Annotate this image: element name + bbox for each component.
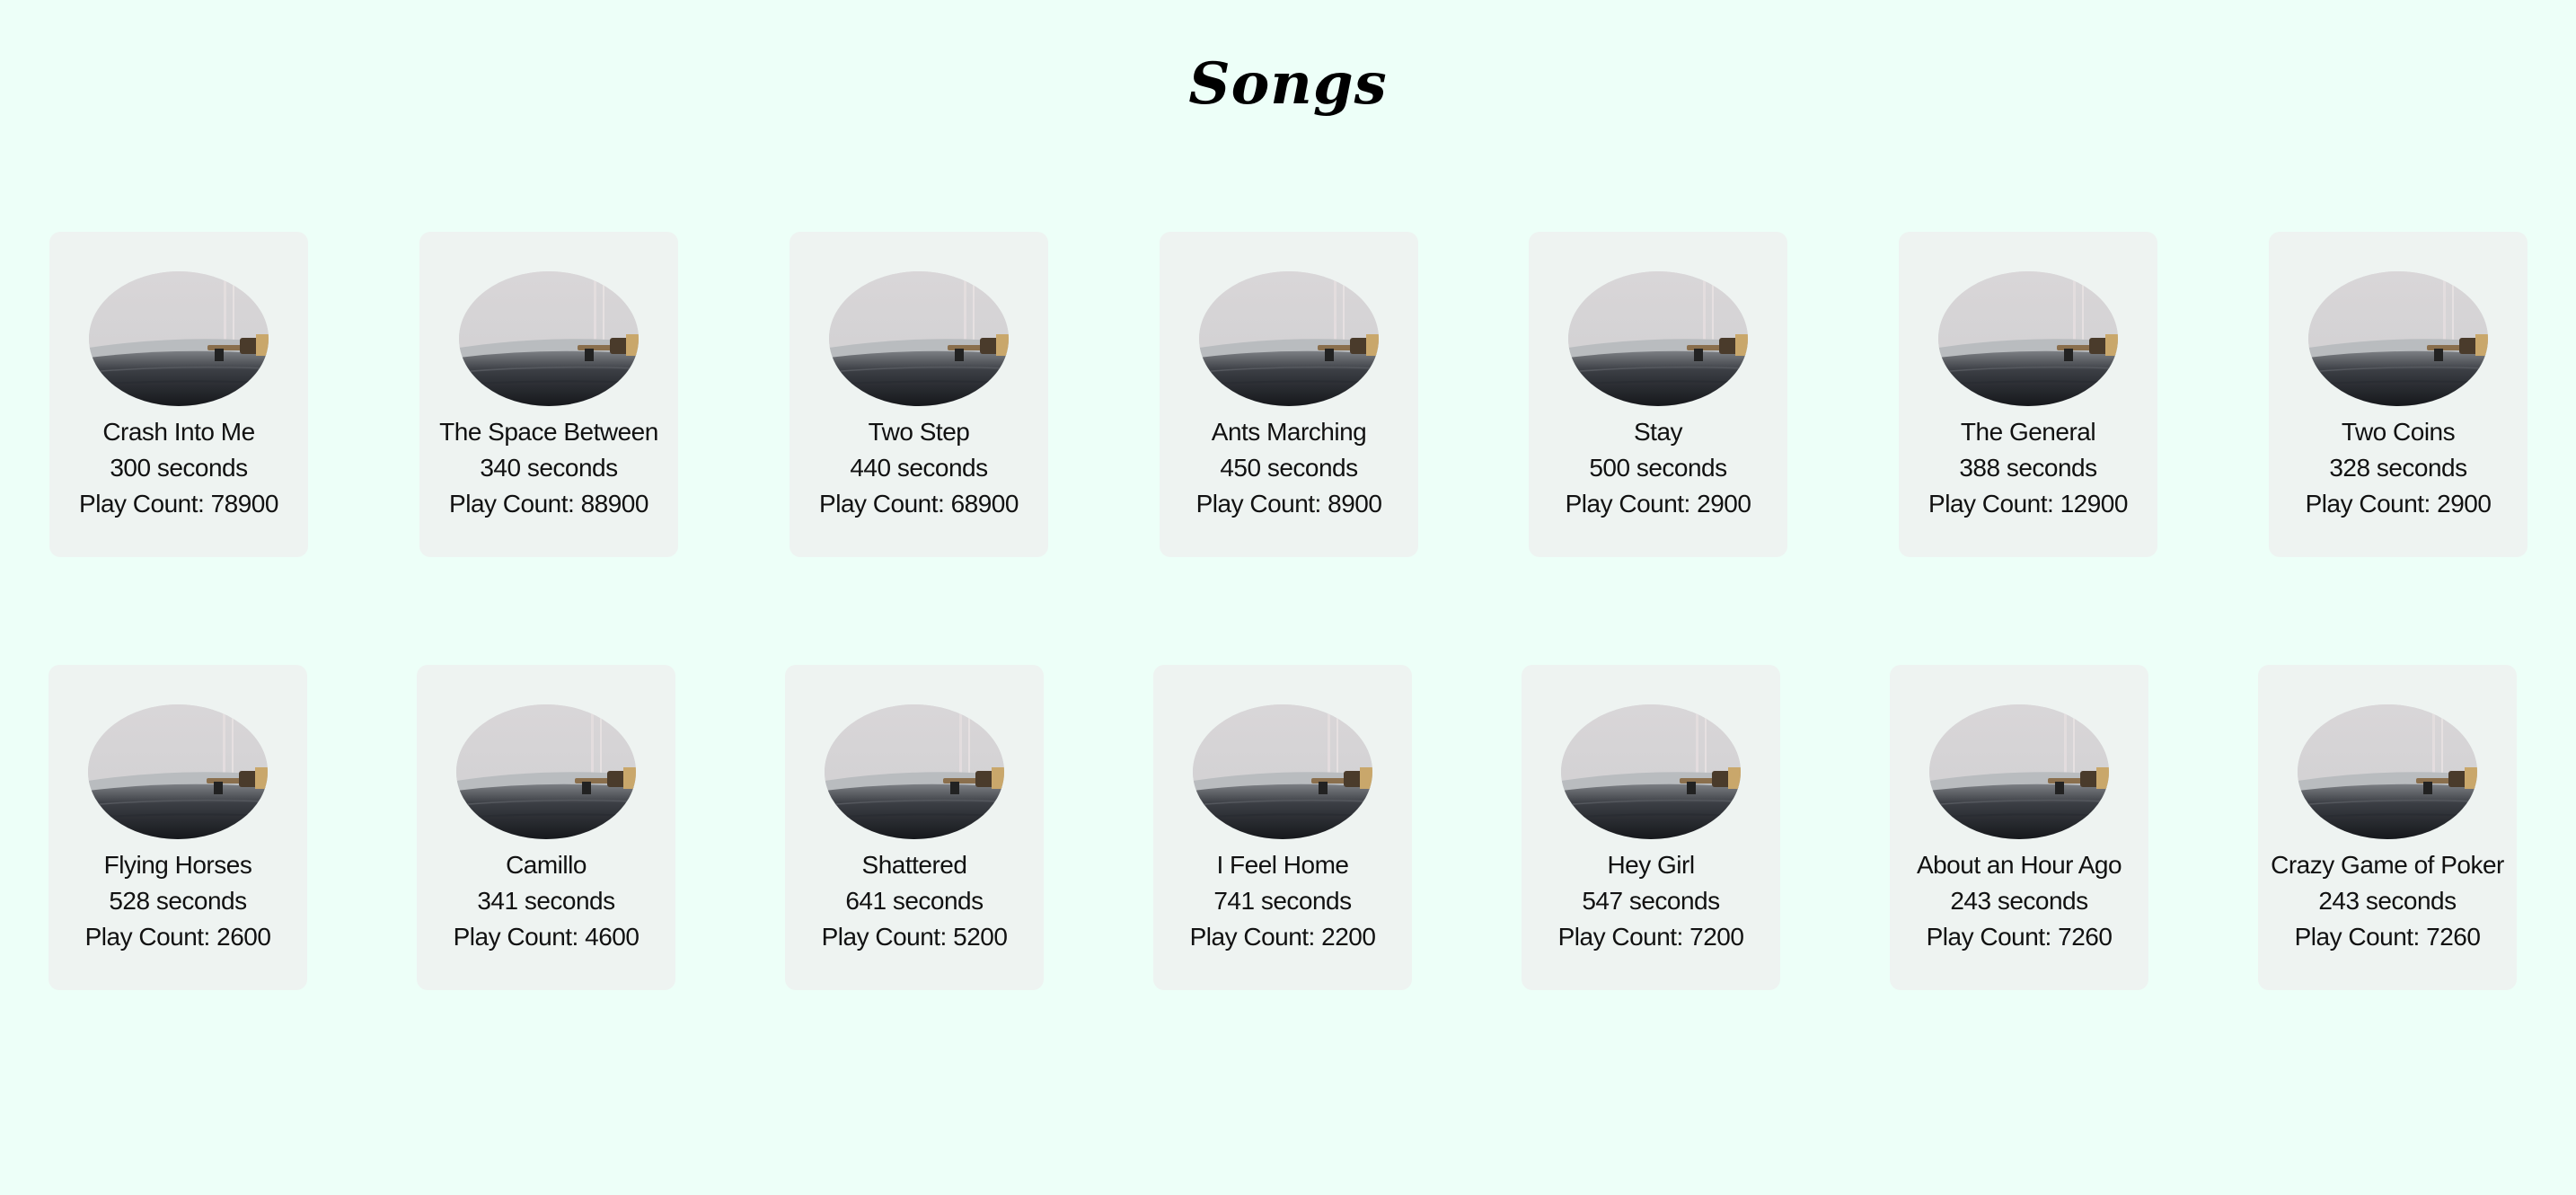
song-title: The Space Between: [439, 418, 658, 446]
song-title: Camillo: [506, 851, 587, 879]
song-card[interactable]: Crazy Game of Poker 243 seconds Play Cou…: [2258, 665, 2517, 990]
vinyl-turntable-icon: [1193, 704, 1372, 839]
song-duration: 500 seconds: [1589, 454, 1727, 482]
vinyl-turntable-icon: [89, 271, 269, 406]
song-duration: 340 seconds: [480, 454, 618, 482]
song-card[interactable]: The Space Between 340 seconds Play Count…: [419, 232, 678, 557]
song-card[interactable]: Two Step 440 seconds Play Count: 68900: [790, 232, 1048, 557]
song-duration: 243 seconds: [2318, 887, 2457, 915]
song-card[interactable]: I Feel Home 741 seconds Play Count: 2200: [1153, 665, 1412, 990]
vinyl-turntable-icon: [2308, 271, 2488, 406]
song-title: Crash Into Me: [102, 418, 255, 446]
song-duration: 388 seconds: [1959, 454, 2097, 482]
vinyl-turntable-icon: [459, 271, 639, 406]
song-card[interactable]: Stay 500 seconds Play Count: 2900: [1529, 232, 1787, 557]
song-duration: 547 seconds: [1582, 887, 1720, 915]
vinyl-turntable-icon: [1561, 704, 1741, 839]
song-title: I Feel Home: [1216, 851, 1350, 879]
vinyl-turntable-icon: [825, 704, 1004, 839]
song-title: Crazy Game of Poker: [2271, 851, 2504, 879]
song-title: Ants Marching: [1211, 418, 1367, 446]
vinyl-turntable-icon: [1199, 271, 1379, 406]
song-play-count: Play Count: 2900: [2305, 490, 2492, 518]
song-title: Shattered: [861, 851, 967, 879]
song-card[interactable]: Ants Marching 450 seconds Play Count: 89…: [1160, 232, 1418, 557]
song-play-count: Play Count: 7200: [1557, 923, 1744, 951]
song-card[interactable]: Shattered 641 seconds Play Count: 5200: [785, 665, 1044, 990]
song-card[interactable]: Two Coins 328 seconds Play Count: 2900: [2269, 232, 2527, 557]
vinyl-turntable-icon: [1568, 271, 1748, 406]
song-play-count: Play Count: 12900: [1928, 490, 2128, 518]
song-card[interactable]: Flying Horses 528 seconds Play Count: 26…: [49, 665, 307, 990]
vinyl-turntable-icon: [1929, 704, 2109, 839]
vinyl-turntable-icon: [456, 704, 636, 839]
song-card[interactable]: About an Hour Ago 243 seconds Play Count…: [1890, 665, 2148, 990]
vinyl-turntable-icon: [88, 704, 268, 839]
song-play-count: Play Count: 7260: [2294, 923, 2481, 951]
vinyl-turntable-icon: [2298, 704, 2477, 839]
vinyl-turntable-icon: [829, 271, 1009, 406]
song-play-count: Play Count: 78900: [79, 490, 278, 518]
song-play-count: Play Count: 2600: [84, 923, 271, 951]
songs-grid: Crash Into Me 300 seconds Play Count: 78…: [0, 0, 2576, 1195]
song-play-count: Play Count: 68900: [819, 490, 1019, 518]
song-duration: 300 seconds: [110, 454, 248, 482]
song-title: Two Coins: [2341, 418, 2456, 446]
song-duration: 741 seconds: [1213, 887, 1352, 915]
song-title: About an Hour Ago: [1916, 851, 2122, 879]
song-title: Two Step: [868, 418, 970, 446]
song-play-count: Play Count: 4600: [453, 923, 640, 951]
song-play-count: Play Count: 8900: [1195, 490, 1382, 518]
song-duration: 528 seconds: [109, 887, 247, 915]
song-duration: 243 seconds: [1950, 887, 2088, 915]
song-title: Stay: [1633, 418, 1683, 446]
song-duration: 450 seconds: [1220, 454, 1358, 482]
song-title: The General: [1960, 418, 2096, 446]
song-card[interactable]: Hey Girl 547 seconds Play Count: 7200: [1522, 665, 1780, 990]
song-duration: 328 seconds: [2329, 454, 2467, 482]
song-card[interactable]: Crash Into Me 300 seconds Play Count: 78…: [49, 232, 308, 557]
song-card[interactable]: Camillo 341 seconds Play Count: 4600: [417, 665, 675, 990]
song-play-count: Play Count: 7260: [1926, 923, 2113, 951]
song-play-count: Play Count: 2900: [1565, 490, 1751, 518]
song-play-count: Play Count: 5200: [821, 923, 1008, 951]
song-play-count: Play Count: 88900: [449, 490, 648, 518]
song-title: Hey Girl: [1607, 851, 1695, 879]
song-duration: 641 seconds: [845, 887, 984, 915]
song-duration: 440 seconds: [850, 454, 988, 482]
song-card[interactable]: The General 388 seconds Play Count: 1290…: [1899, 232, 2157, 557]
song-duration: 341 seconds: [477, 887, 615, 915]
vinyl-turntable-icon: [1938, 271, 2118, 406]
song-title: Flying Horses: [103, 851, 252, 879]
song-play-count: Play Count: 2200: [1189, 923, 1376, 951]
